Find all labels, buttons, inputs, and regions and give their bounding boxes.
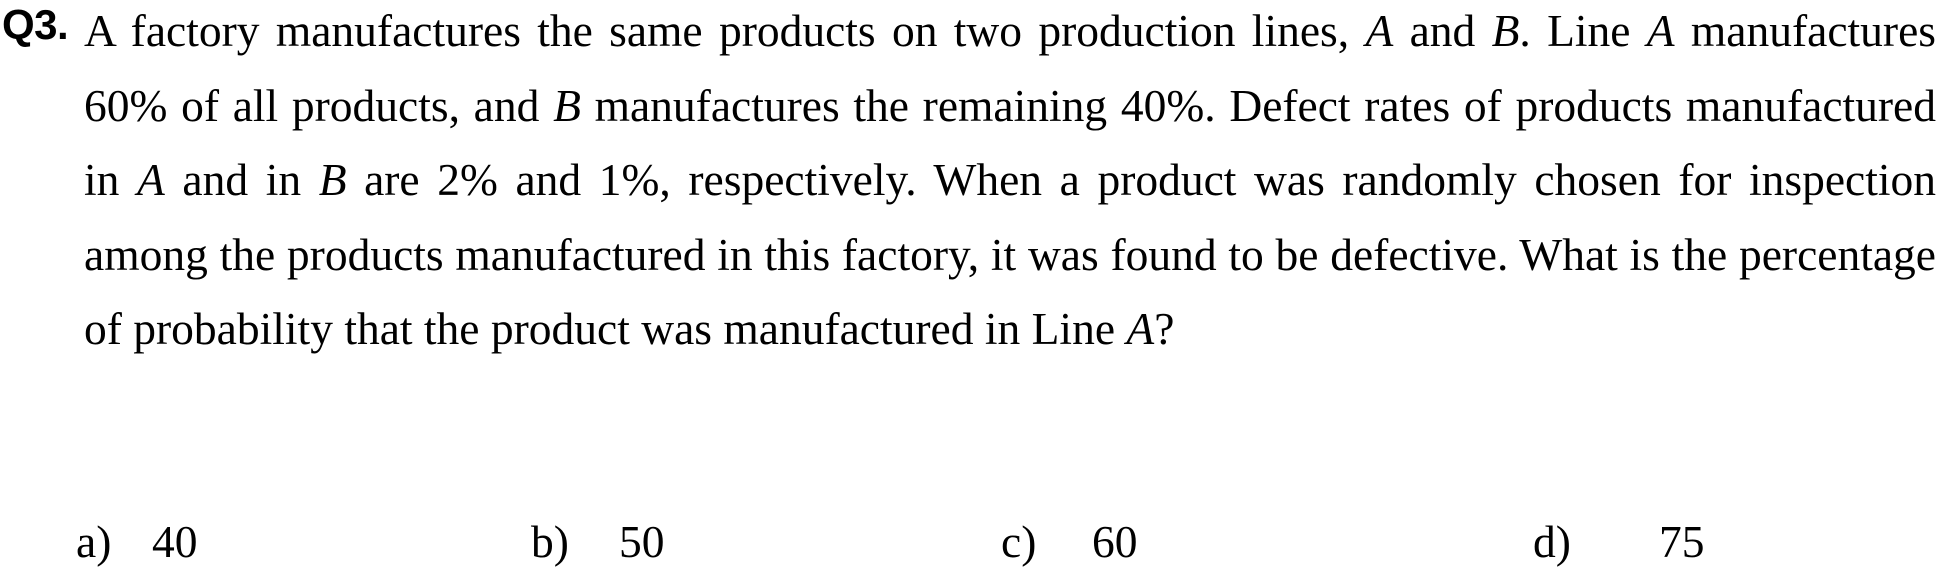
question-text-run: and in [164,154,319,205]
answer-option-c[interactable]: c) 60 [1001,516,1138,567]
variable-text: A [1646,5,1675,56]
option-value: 75 [1659,516,1705,567]
option-label: c) [1001,516,1037,567]
question-text-run: and [1393,5,1492,56]
option-label: b) [531,516,569,567]
answer-option-b[interactable]: b) 50 [531,516,665,567]
variable-text: A [137,154,165,205]
question-number: Q3. [2,1,69,48]
answer-option-d[interactable]: d) 75 [1533,516,1705,567]
variable-text: A [1365,5,1394,56]
variable-text: B [318,154,347,205]
question-text-run: ? [1154,303,1175,354]
option-label: a) [76,516,112,567]
variable-text: B [553,79,581,131]
option-label: d) [1533,516,1571,567]
question-text: A factory manufactures the same products… [84,0,1936,367]
question-text-run: A factory manufactures the same products… [84,5,1366,56]
variable-text: A [1126,303,1155,354]
option-value: 40 [152,516,198,567]
question-block: Q3. A factory manufactures the same prod… [0,0,1940,571]
question-text-run: are 2% and 1%, respectively. When a prod… [84,154,1936,354]
answer-option-a[interactable]: a) 40 [76,516,198,567]
variable-text: B [1491,5,1520,56]
option-value: 60 [1092,516,1138,567]
question-text-run: . Line [1519,5,1647,56]
option-value: 50 [619,516,665,567]
